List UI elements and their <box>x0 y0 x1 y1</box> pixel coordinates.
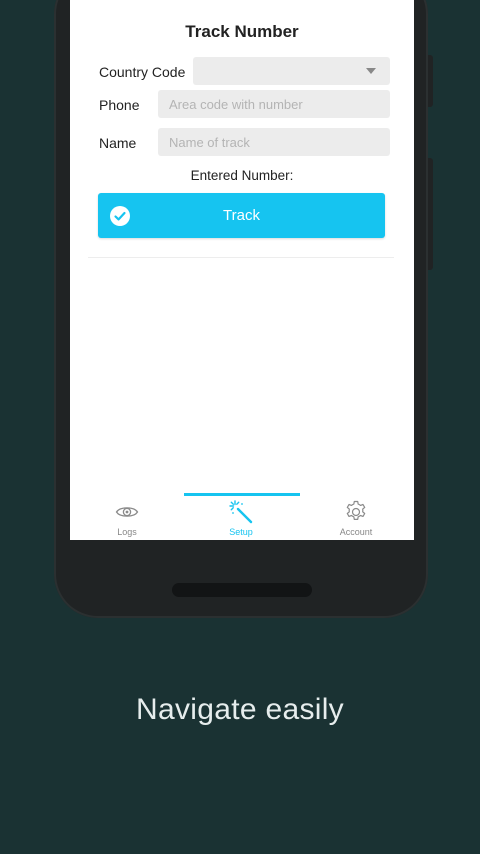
tagline: Navigate easily <box>136 693 344 726</box>
name-label: Name <box>99 135 137 151</box>
entered-number-label: Entered Number: <box>190 168 294 183</box>
tab-setup[interactable]: Setup <box>184 498 298 540</box>
gear-icon <box>344 500 368 524</box>
tab-account-label: Account <box>339 527 373 537</box>
track-button-label: Track <box>223 207 260 224</box>
tab-logs-label: Logs <box>117 527 137 537</box>
magic-wand-icon <box>229 500 253 524</box>
phone-volume-button <box>428 55 433 107</box>
tab-account[interactable]: Account <box>299 498 413 540</box>
phone-power-button <box>428 158 433 270</box>
country-code-label: Country Code <box>99 64 186 80</box>
active-tab-indicator <box>184 493 300 496</box>
eye-icon <box>115 500 139 524</box>
tab-setup-label: Setup <box>229 527 253 537</box>
country-code-select[interactable] <box>193 57 390 85</box>
phone-speaker <box>172 583 312 597</box>
page-title: Track Number <box>185 22 299 41</box>
phone-input[interactable] <box>158 90 390 118</box>
name-input[interactable] <box>158 128 390 156</box>
phone-label: Phone <box>99 97 140 113</box>
app-screen: Track Number Country Code Phone Name Ent… <box>70 0 414 540</box>
track-button[interactable]: Track <box>98 193 385 238</box>
tab-logs[interactable]: Logs <box>70 498 184 540</box>
dropdown-arrow-icon <box>366 68 376 74</box>
divider <box>88 257 394 258</box>
